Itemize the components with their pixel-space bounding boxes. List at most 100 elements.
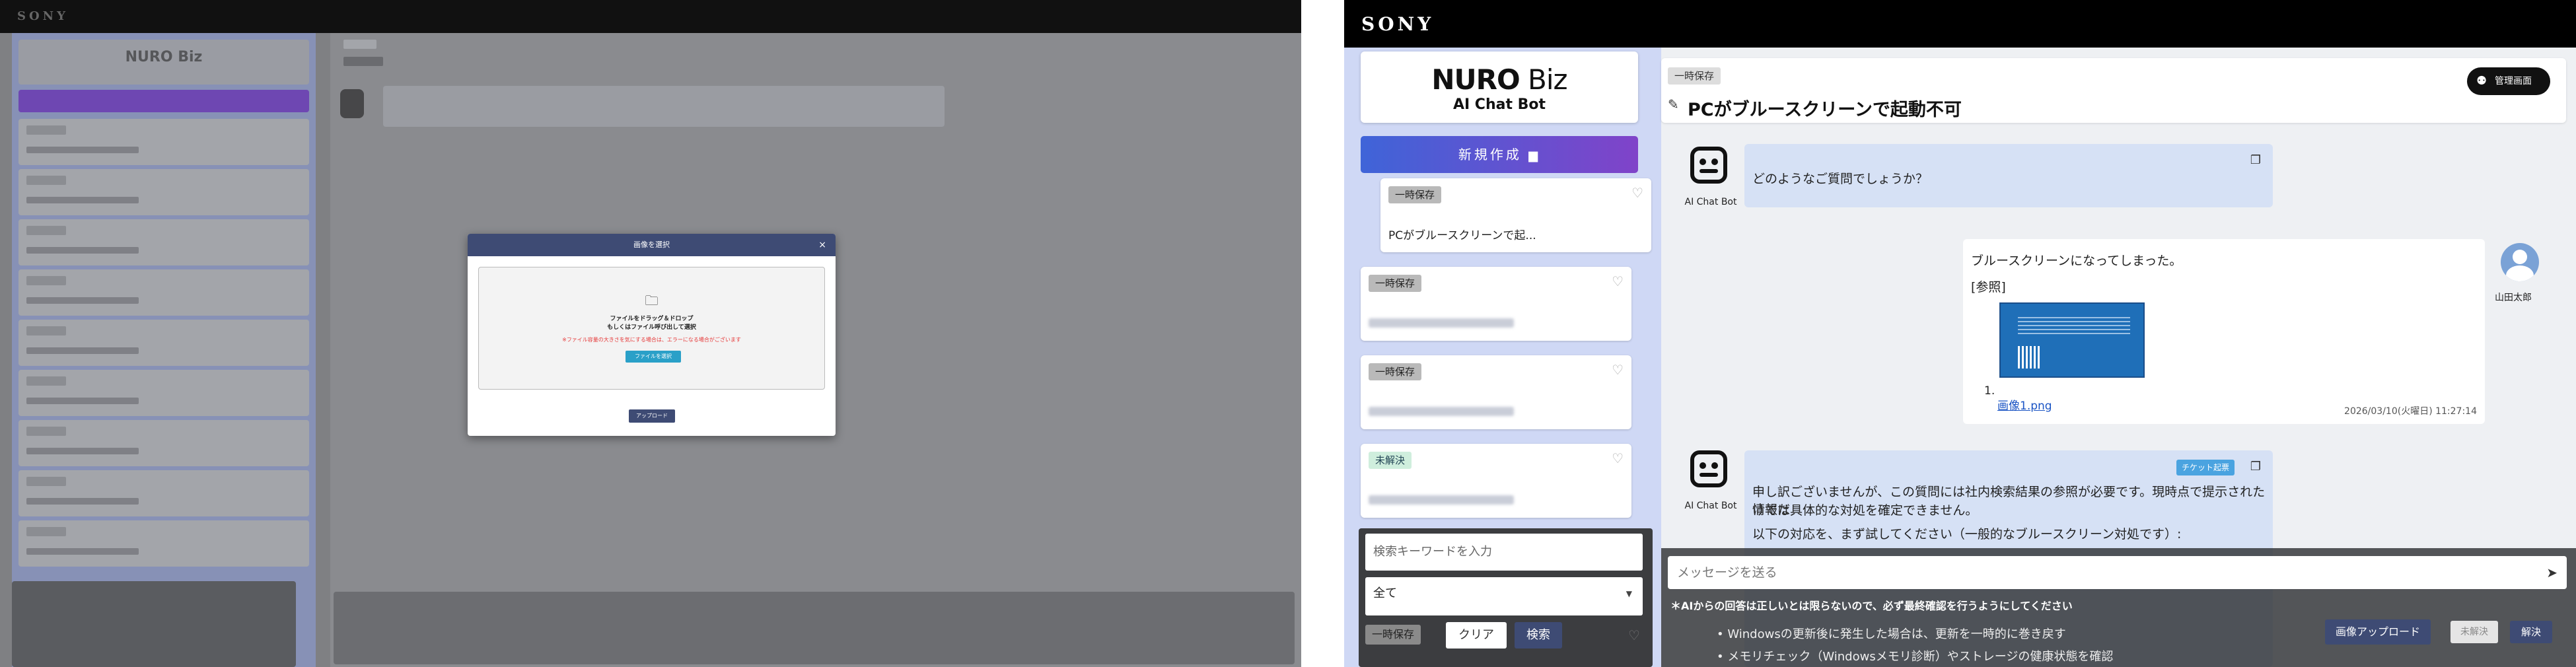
logo-nuro: NURO	[1431, 63, 1520, 96]
status-badge: 一時保存	[1388, 186, 1442, 203]
app-logo-card: NURO Biz AI Chat Bot	[1361, 52, 1638, 123]
title-dimmed	[343, 57, 383, 66]
timestamp: 2026/03/10(火曜日) 11:27:14	[2344, 406, 2477, 417]
admin-button[interactable]: ⚉ 管理画面	[2467, 67, 2550, 95]
bot-avatar	[1690, 147, 1727, 189]
bot-message: ❐ どのようなご質問でしょうか？	[1744, 144, 2273, 207]
favorite-icon[interactable]: ♡	[1631, 185, 1643, 201]
bot-message-dimmed	[383, 86, 945, 127]
status-badge: 一時保存	[1369, 363, 1422, 380]
history-card-dimmed	[18, 169, 309, 215]
brand-logo: SONY	[17, 9, 69, 23]
history-card-dimmed	[18, 219, 309, 265]
copy-icon[interactable]: ❐	[2250, 153, 2261, 167]
upload-button[interactable]: アップロード	[629, 409, 675, 423]
title-chip-dimmed	[343, 40, 376, 49]
send-icon[interactable]: ➤	[2546, 556, 2558, 589]
bot-avatar	[1690, 450, 1727, 493]
chat-bubble-icon: ▆	[1528, 149, 1541, 162]
admin-icon: ⚉	[2476, 74, 2487, 88]
blurred-title	[1369, 407, 1514, 416]
top-bar: SONY	[0, 0, 1301, 33]
attached-image-thumbnail[interactable]	[1999, 302, 2145, 378]
user-message-text: ブルースクリーンになってしまった。	[1971, 254, 2182, 268]
search-button[interactable]: 検索	[1515, 622, 1562, 649]
right-screenshot: SONY NURO Biz AI Chat Bot 新規作成 ▆ 一時保存 ♡ …	[1344, 0, 2576, 667]
history-card-active[interactable]: 一時保存 ♡ PCがブルースクリーンで起...	[1380, 178, 1651, 252]
history-card[interactable]: 一時保存 ♡	[1361, 267, 1631, 341]
image-select-modal: 画像を選択 × 🗀 ファイルをドラッグ＆ドロップ もしくはファイル呼び出して選択…	[468, 234, 836, 436]
status-filter-select[interactable]: 全て ▼	[1365, 577, 1643, 615]
size-warning: ※ファイル容量の大きさを気にする場合は、エラーになる場合がございます	[562, 337, 741, 343]
page-title: PCがブルースクリーンで起動不可	[1688, 100, 1962, 120]
history-card-dimmed	[18, 269, 309, 316]
message-placeholder: メッセージを送る	[1677, 565, 1777, 580]
ai-disclaimer: ＊AIからの回答は正しいとは限らないので、必ず最終確認を行うようにしてください	[1670, 600, 2073, 612]
list-item: • メモリチェック（Windowsメモリ診断）やストレージの健康状態を確認	[1717, 650, 2114, 664]
modal-title: 画像を選択	[633, 240, 670, 249]
favorite-icon[interactable]: ♡	[1628, 627, 1640, 643]
blurred-title	[1369, 318, 1514, 328]
search-panel-dimmed	[12, 581, 296, 667]
filter-value: 全て	[1373, 586, 1397, 600]
folder-icon: 🗀	[645, 293, 659, 308]
unsolved-button[interactable]: 未解決	[2451, 621, 2498, 643]
history-card-dimmed	[18, 470, 309, 516]
file-drop-zone[interactable]: 🗀 ファイルをドラッグ＆ドロップ もしくはファイル呼び出して選択 ※ファイル容量…	[478, 267, 825, 390]
user-name: 山田太郎	[2495, 293, 2532, 303]
new-chat-label: 新規作成	[1458, 147, 1522, 162]
choose-file-button[interactable]: ファイルを選択	[626, 351, 681, 363]
bot-reply-text: けでは具体的な対処を確定できません。	[1752, 503, 1978, 518]
history-card-dimmed	[18, 119, 309, 165]
image-link[interactable]: 画像1.png	[1997, 396, 2052, 413]
composer-dimmed	[334, 592, 1295, 664]
search-input[interactable]: 検索キーワードを入力	[1365, 534, 1643, 571]
status-badge: 一時保存	[1365, 625, 1421, 645]
panel-divider	[1301, 0, 1344, 667]
pencil-icon[interactable]: ✎	[1668, 96, 1679, 112]
modal-header: 画像を選択 ×	[468, 234, 836, 256]
sidebar-dimmed: NURO Biz	[12, 33, 316, 667]
left-screenshot: SONY NURO Biz 画像を選択 × 🗀 ファイルをドラッグ＆ドロップ も…	[0, 0, 1301, 667]
app-subtitle: AI Chat Bot	[1452, 96, 1546, 113]
reference-label: [参照]	[1971, 280, 2006, 295]
brand-logo: SONY	[1361, 13, 1435, 35]
favorite-icon[interactable]: ♡	[1612, 450, 1624, 466]
favorite-icon[interactable]: ♡	[1612, 362, 1624, 378]
history-card[interactable]: 未解決 ♡	[1361, 444, 1631, 518]
status-badge: 一時保存	[1668, 67, 1721, 85]
chevron-down-icon: ▼	[1626, 589, 1632, 598]
history-card-dimmed	[18, 520, 309, 567]
search-panel: 検索キーワードを入力 全て ▼ 一時保存 クリア 検索 ♡	[1359, 528, 1653, 667]
bot-message-text: どのようなご質問でしょうか？	[1752, 172, 1929, 186]
copy-icon[interactable]: ❐	[2250, 460, 2261, 474]
favorite-icon[interactable]: ♡	[1612, 273, 1624, 289]
blurred-title	[1369, 495, 1514, 505]
message-input[interactable]: メッセージを送る ➤	[1668, 556, 2567, 589]
new-button-dimmed	[18, 90, 309, 112]
history-card-dimmed	[18, 370, 309, 416]
bot-name: AI Chat Bot	[1684, 197, 1737, 207]
avatar	[2501, 243, 2539, 281]
composer: メッセージを送る ➤ ＊AIからの回答は正しいとは限らないので、必ず最終確認を行…	[1661, 548, 2576, 667]
logo-text-dimmed: NURO Biz	[125, 49, 203, 65]
bot-reply-text: 以下の対応を、まず試してください（一般的なブルースクリーン対処です）:	[1752, 527, 2182, 542]
ticket-button[interactable]: チケット起票	[2176, 460, 2235, 475]
clear-button[interactable]: クリア	[1446, 622, 1507, 649]
image-upload-button[interactable]: 画像アップロード	[2325, 619, 2431, 645]
bot-name: AI Chat Bot	[1684, 501, 1737, 511]
history-card[interactable]: 一時保存 ♡	[1361, 355, 1631, 429]
solved-button[interactable]: 解決	[2510, 621, 2552, 643]
admin-label: 管理画面	[2495, 76, 2532, 87]
close-icon[interactable]: ×	[818, 234, 826, 256]
user-message: ブルースクリーンになってしまった。 [参照] 1. 画像1.png 2026/0…	[1963, 239, 2485, 424]
drop-instruction: ファイルをドラッグ＆ドロップ	[610, 316, 694, 322]
title-card: 一時保存 ✎ PCがブルースクリーンで起動不可 ⚉ 管理画面	[1661, 58, 2566, 123]
status-badge: 未解決	[1369, 452, 1412, 469]
history-card-dimmed	[18, 320, 309, 366]
chat-area: 一時保存 ✎ PCがブルースクリーンで起動不可 ⚉ 管理画面 ▭ ◻ ⚇ ⇥ A…	[1661, 48, 2576, 667]
new-chat-button[interactable]: 新規作成 ▆	[1361, 136, 1638, 173]
history-title: PCがブルースクリーンで起...	[1388, 229, 1536, 242]
bot-avatar-dimmed	[340, 89, 364, 118]
image-index: 1.	[1984, 384, 1995, 398]
